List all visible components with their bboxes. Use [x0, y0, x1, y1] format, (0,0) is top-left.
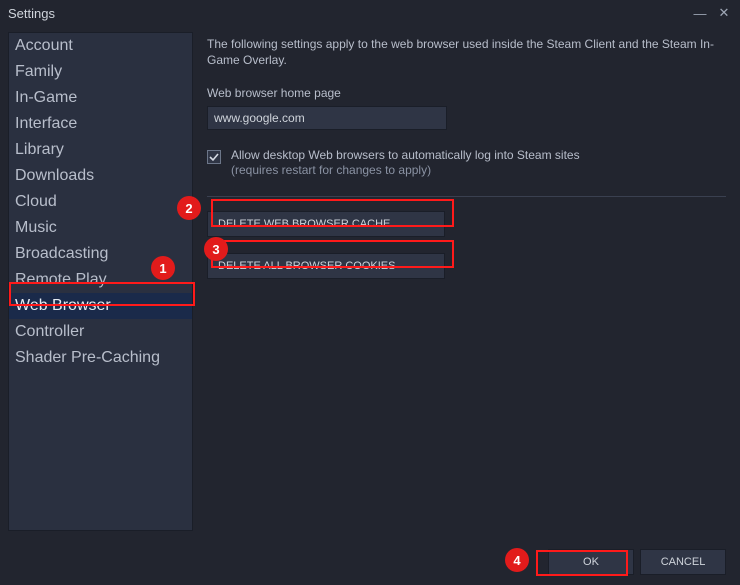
window-controls: — ✕: [692, 5, 732, 21]
minimize-icon[interactable]: —: [692, 6, 708, 21]
sidebar-item-downloads[interactable]: Downloads: [9, 163, 192, 189]
sidebar-item-remote-play[interactable]: Remote Play: [9, 267, 192, 293]
footer: OK CANCEL: [0, 539, 740, 585]
homepage-label: Web browser home page: [207, 86, 726, 100]
sidebar-item-account[interactable]: Account: [9, 33, 192, 59]
divider: [207, 196, 726, 197]
window-body: Account Family In-Game Interface Library…: [0, 26, 740, 539]
sidebar-item-cloud[interactable]: Cloud: [9, 189, 192, 215]
sidebar-item-family[interactable]: Family: [9, 59, 192, 85]
settings-sidebar: Account Family In-Game Interface Library…: [8, 32, 193, 531]
sidebar-item-library[interactable]: Library: [9, 137, 192, 163]
sidebar-item-interface[interactable]: Interface: [9, 111, 192, 137]
auto-login-sublabel: (requires restart for changes to apply): [231, 163, 431, 177]
ok-button[interactable]: OK: [548, 549, 634, 575]
sidebar-item-music[interactable]: Music: [9, 215, 192, 241]
cancel-button[interactable]: CANCEL: [640, 549, 726, 575]
sidebar-item-broadcasting[interactable]: Broadcasting: [9, 241, 192, 267]
titlebar: Settings — ✕: [0, 0, 740, 26]
content-description: The following settings apply to the web …: [207, 36, 726, 68]
delete-cache-button[interactable]: DELETE WEB BROWSER CACHE: [207, 211, 445, 237]
sidebar-item-shader-pre-caching[interactable]: Shader Pre-Caching: [9, 345, 192, 371]
homepage-input[interactable]: [207, 106, 447, 130]
close-icon[interactable]: ✕: [716, 5, 732, 21]
check-icon: [209, 152, 219, 162]
sidebar-item-web-browser[interactable]: Web Browser: [9, 293, 192, 319]
settings-content: The following settings apply to the web …: [201, 32, 732, 531]
sidebar-item-in-game[interactable]: In-Game: [9, 85, 192, 111]
auto-login-checkbox[interactable]: [207, 150, 221, 164]
window-title: Settings: [8, 6, 55, 21]
auto-login-label: Allow desktop Web browsers to automatica…: [231, 148, 580, 178]
auto-login-label-text: Allow desktop Web browsers to automatica…: [231, 148, 580, 162]
auto-login-row: Allow desktop Web browsers to automatica…: [207, 148, 726, 178]
sidebar-item-controller[interactable]: Controller: [9, 319, 192, 345]
delete-cookies-button[interactable]: DELETE ALL BROWSER COOKIES: [207, 253, 445, 279]
settings-window: Settings — ✕ Account Family In-Game Inte…: [0, 0, 740, 585]
